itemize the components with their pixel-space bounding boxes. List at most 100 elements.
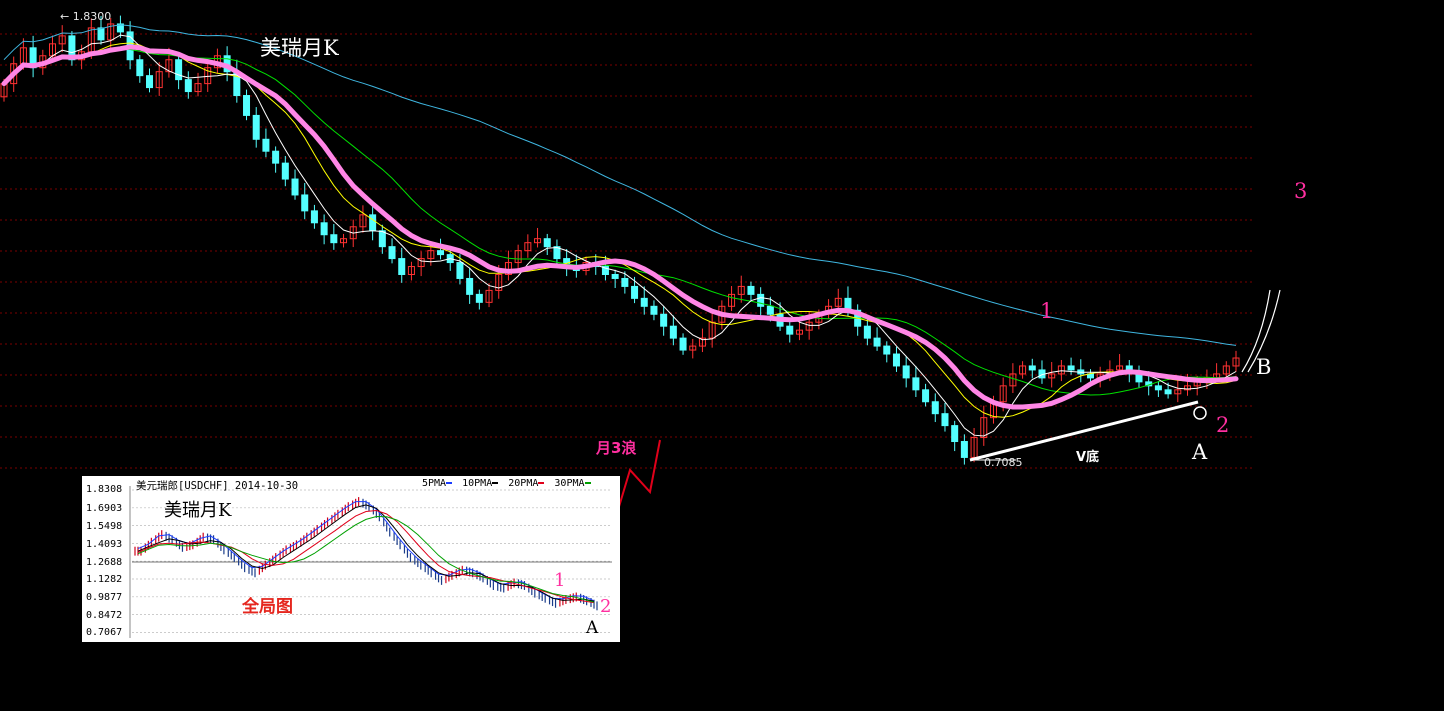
legend-30pma: 30PMA — [554, 478, 585, 489]
inset-ytick: 0.7067 — [86, 627, 123, 638]
candle — [553, 239, 561, 265]
candle — [922, 383, 930, 407]
candle-body — [660, 313, 668, 327]
wave-2-label: 2 — [1216, 413, 1230, 437]
candle — [204, 62, 212, 92]
candle — [795, 321, 803, 341]
inset-point-a-label: A — [586, 618, 599, 638]
point-a-circle — [1193, 406, 1207, 420]
inset-ytick: 0.9877 — [86, 592, 123, 603]
candle-body — [398, 258, 406, 275]
candle — [669, 315, 677, 346]
candle — [475, 289, 483, 310]
candle — [960, 434, 968, 465]
candle-body — [378, 230, 386, 248]
candle — [698, 328, 706, 353]
candle — [786, 320, 794, 343]
candle — [689, 338, 697, 359]
candle — [417, 251, 425, 277]
candle — [902, 356, 910, 388]
candle — [1038, 360, 1046, 384]
candle-body — [1154, 385, 1162, 391]
candle-body — [786, 325, 794, 335]
candle — [272, 146, 280, 173]
candle — [320, 214, 328, 245]
inset-chart — [129, 486, 612, 638]
candle — [68, 31, 76, 66]
candle-body — [640, 297, 648, 307]
candle — [155, 62, 163, 96]
candle-body — [330, 234, 338, 244]
candle-body — [621, 277, 629, 287]
month-3-wave-label: 月3浪 — [596, 439, 637, 457]
candle — [1048, 361, 1056, 388]
candle-body — [922, 389, 930, 403]
candle-body — [184, 79, 192, 93]
candle — [1154, 381, 1162, 397]
inset-ytick: 1.2688 — [86, 557, 123, 568]
candle — [543, 233, 551, 256]
point-a-label: A — [1192, 440, 1208, 464]
candle — [58, 25, 66, 53]
legend-5pma: 5PMA — [422, 478, 447, 489]
candle-body — [543, 238, 551, 248]
candle — [291, 169, 299, 200]
candle-body — [291, 178, 299, 196]
candle — [873, 327, 881, 351]
candle — [650, 300, 658, 321]
candle-body — [310, 210, 318, 224]
chart-gridlines — [0, 33, 1255, 469]
candle — [243, 89, 251, 121]
ma10-line — [3, 42, 1237, 418]
legend-10pma: 10PMA — [462, 478, 493, 489]
candle — [388, 238, 396, 264]
candle — [310, 204, 318, 229]
candle-body — [320, 222, 328, 236]
candle-body — [475, 293, 483, 303]
legend-20pma: 20PMA — [508, 478, 539, 489]
candle — [863, 317, 871, 346]
candle — [931, 393, 939, 423]
inset-header: 美元瑞郎[USDCHF] 2014-10-30 — [136, 480, 299, 492]
candle-body — [863, 325, 871, 339]
candle-body — [301, 194, 309, 212]
candle-body — [902, 365, 910, 379]
candle — [951, 420, 959, 452]
candle — [1077, 359, 1085, 383]
candle — [398, 247, 406, 283]
candle — [359, 205, 367, 233]
candle-body — [669, 325, 677, 339]
candle — [1019, 361, 1027, 379]
candle-body — [1164, 389, 1172, 395]
inset-ytick: 1.6903 — [86, 503, 123, 514]
candle — [757, 287, 765, 316]
candle — [466, 267, 474, 304]
candle — [941, 402, 949, 432]
candle — [262, 128, 270, 158]
inset-ytick: 1.1282 — [86, 574, 123, 585]
candle — [233, 59, 241, 103]
candle — [48, 35, 57, 61]
candle-body — [766, 305, 774, 315]
candle-body — [951, 425, 959, 443]
candle — [504, 250, 512, 281]
candle — [1232, 350, 1240, 372]
candle-body — [466, 277, 474, 295]
candle-body — [388, 246, 396, 260]
candle — [340, 233, 348, 248]
candle — [660, 305, 668, 336]
candle-body — [1067, 365, 1075, 371]
inset-ytick: 0.8472 — [86, 610, 123, 621]
inset-ytick: 1.8308 — [86, 484, 123, 495]
candle-body — [757, 293, 765, 307]
legend-10pma-swatch — [492, 482, 499, 484]
candle-body — [883, 345, 891, 355]
candle-body — [892, 353, 900, 367]
candle — [1174, 380, 1182, 403]
candle — [1135, 365, 1143, 388]
chart-title: 美瑞月K — [260, 36, 339, 60]
inset-ma30-line — [137, 515, 595, 603]
candle — [184, 71, 192, 99]
candle-body — [252, 114, 260, 140]
candle — [194, 72, 202, 97]
